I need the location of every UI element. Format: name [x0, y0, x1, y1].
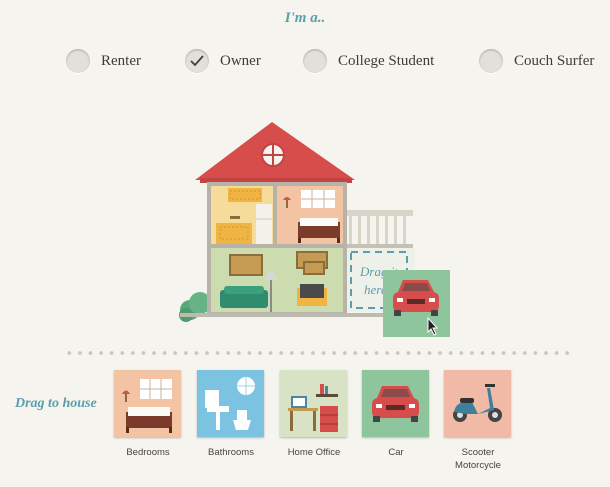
tile-scooter-motorcycle[interactable] — [444, 370, 511, 437]
role-label: Couch Surfer — [514, 52, 595, 69]
bedroom-room — [277, 186, 343, 244]
bathroom-icon — [205, 377, 255, 430]
role-label: Renter — [101, 52, 141, 69]
bush-icon — [179, 292, 211, 322]
radio-circle-icon[interactable] — [303, 49, 327, 73]
tile-bedrooms[interactable] — [114, 370, 181, 437]
ground-line — [180, 313, 415, 317]
tile-bathrooms[interactable] — [197, 370, 264, 437]
role-option-renter[interactable]: Renter — [66, 47, 141, 75]
car-icon — [372, 386, 419, 422]
dragged-car-tile[interactable] — [383, 270, 450, 337]
living-room — [211, 248, 343, 312]
tile-label-scooter-motorcycle: Scooter Motorcycle — [455, 447, 501, 471]
kitchen-room — [211, 186, 273, 244]
roof — [195, 122, 355, 183]
radio-circle-icon[interactable] — [479, 49, 503, 73]
role-radio-group: Renter Owner College Student Couch Surfe… — [0, 47, 610, 77]
tile-car[interactable] — [362, 370, 429, 437]
divider-dots — [64, 350, 574, 356]
home-office-icon — [288, 384, 338, 432]
deck-railing — [347, 210, 413, 248]
role-option-college-student[interactable]: College Student — [303, 47, 434, 75]
tile-label-home-office: Home Office — [287, 447, 341, 458]
radio-checked-icon[interactable] — [185, 49, 209, 73]
page-heading: I'm a.. — [284, 10, 326, 26]
role-option-owner[interactable]: Owner — [185, 47, 261, 75]
role-option-couch-surfer[interactable]: Couch Surfer — [479, 47, 594, 75]
bedroom-icon — [122, 379, 172, 433]
tile-label-bedrooms: Bedrooms — [126, 447, 170, 458]
tile-label-car: Car — [388, 447, 404, 458]
tray-label: Drag to house — [15, 396, 97, 411]
scooter-icon — [453, 384, 502, 422]
house-illustration: Drag it here — [179, 122, 450, 337]
role-label: Owner — [220, 52, 261, 69]
role-label: College Student — [338, 52, 435, 69]
radio-circle-icon[interactable] — [66, 49, 90, 73]
tile-label-bathrooms: Bathrooms — [208, 447, 254, 458]
tile-home-office[interactable] — [280, 370, 347, 437]
